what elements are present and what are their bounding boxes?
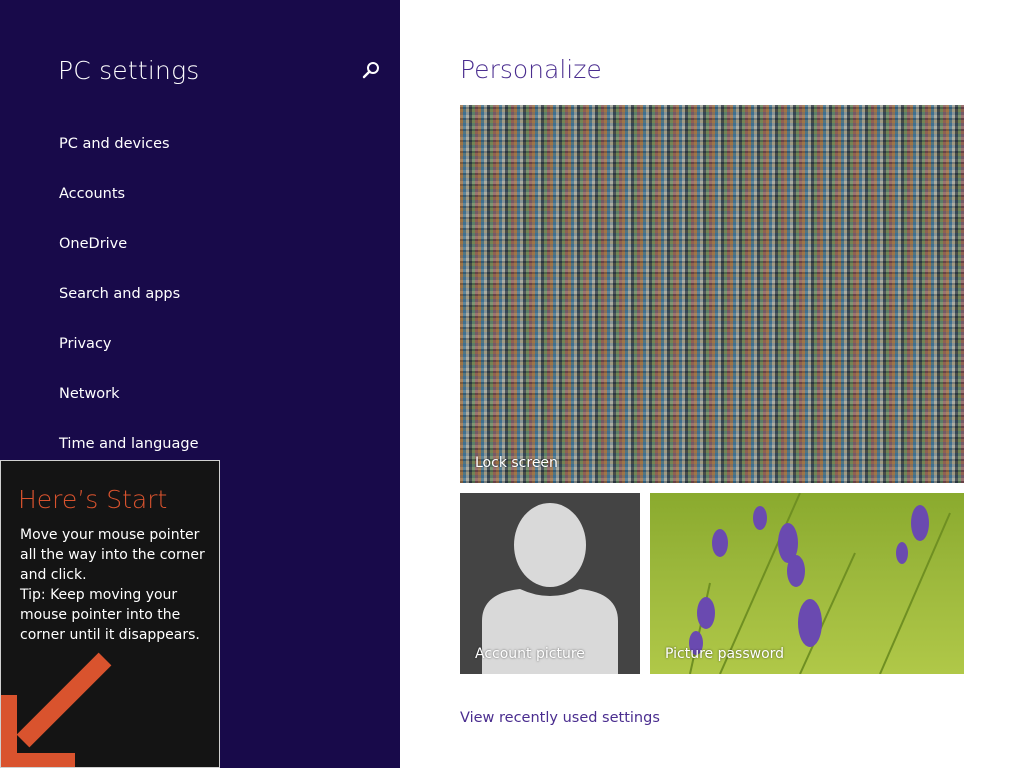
- picture-password-label: Picture password: [665, 646, 785, 662]
- tip-line: and click.: [20, 567, 87, 583]
- tip-line: Tip: Keep moving your: [20, 587, 178, 603]
- account-picture-tile[interactable]: Account picture: [460, 493, 640, 674]
- start-tip-overlay: Here’s Start Move your mouse pointer all…: [0, 460, 220, 768]
- sidebar-item-search-and-apps[interactable]: Search and apps: [59, 286, 180, 302]
- tip-line: corner until it disappears.: [20, 627, 200, 643]
- sidebar-item-privacy[interactable]: Privacy: [59, 336, 112, 352]
- app-title: PC settings: [58, 56, 200, 85]
- tip-title: Here’s Start: [18, 485, 168, 514]
- sidebar-item-network[interactable]: Network: [59, 386, 120, 402]
- arrow-down-left-icon: [1, 651, 121, 767]
- tip-line: Move your mouse pointer: [20, 527, 200, 543]
- lock-screen-label: Lock screen: [475, 455, 558, 471]
- tip-body: Move your mouse pointer all the way into…: [20, 525, 215, 645]
- sidebar-item-pc-and-devices[interactable]: PC and devices: [59, 136, 170, 152]
- tip-line: all the way into the corner: [20, 547, 205, 563]
- page-title: Personalize: [460, 55, 602, 84]
- account-picture-label: Account picture: [475, 646, 585, 662]
- picture-password-tile[interactable]: Picture password: [650, 493, 964, 674]
- tip-line: mouse pointer into the: [20, 607, 181, 623]
- search-icon[interactable]: [360, 60, 382, 82]
- view-recent-settings-link[interactable]: View recently used settings: [460, 710, 660, 726]
- sidebar-item-time-and-language[interactable]: Time and language: [59, 436, 199, 452]
- sidebar-item-onedrive[interactable]: OneDrive: [59, 236, 127, 252]
- lock-screen-tile[interactable]: Lock screen: [460, 105, 964, 483]
- sidebar-item-accounts[interactable]: Accounts: [59, 186, 125, 202]
